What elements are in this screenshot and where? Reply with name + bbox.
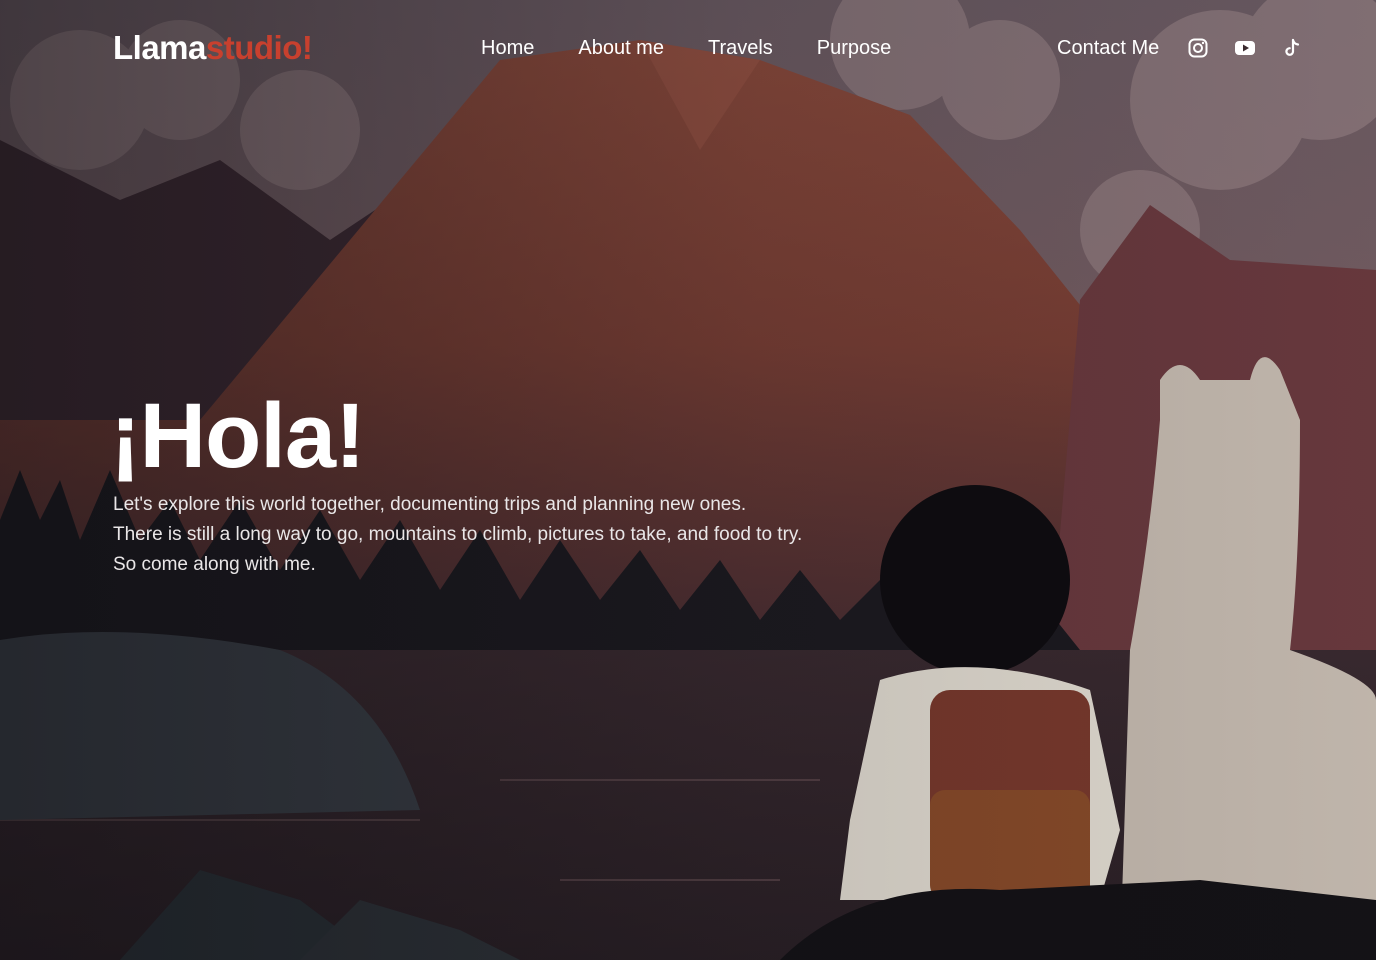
nav-link-travels[interactable]: Travels <box>708 36 773 60</box>
brand-logo-part1: Llama <box>113 29 206 66</box>
social-links <box>1187 37 1303 59</box>
nav-link-purpose[interactable]: Purpose <box>817 36 892 60</box>
nav-link-about-me[interactable]: About me <box>578 36 664 60</box>
tiktok-icon[interactable] <box>1281 37 1303 59</box>
hero-intro-line: Let's explore this world together, docum… <box>113 494 747 515</box>
nav-link-home[interactable]: Home <box>481 36 534 60</box>
hero-heading: ¡Hola! <box>110 385 366 487</box>
main-menu: Home About me Travels Purpose <box>481 36 935 60</box>
hero-intro-line: So come along with me. <box>113 554 316 575</box>
instagram-icon[interactable] <box>1187 37 1209 59</box>
brand-logo[interactable]: Llamastudio! <box>113 28 313 68</box>
brand-logo-part2: studio! <box>205 29 313 66</box>
youtube-icon[interactable] <box>1234 37 1256 59</box>
hero-intro: Let's explore this world together, docum… <box>113 490 913 580</box>
hero-intro-line: There is still a long way to go, mountai… <box>113 524 803 545</box>
nav-link-contact-me[interactable]: Contact Me <box>1057 36 1159 60</box>
top-navbar: Llamastudio! Home About me Travels Purpo… <box>0 0 1376 96</box>
